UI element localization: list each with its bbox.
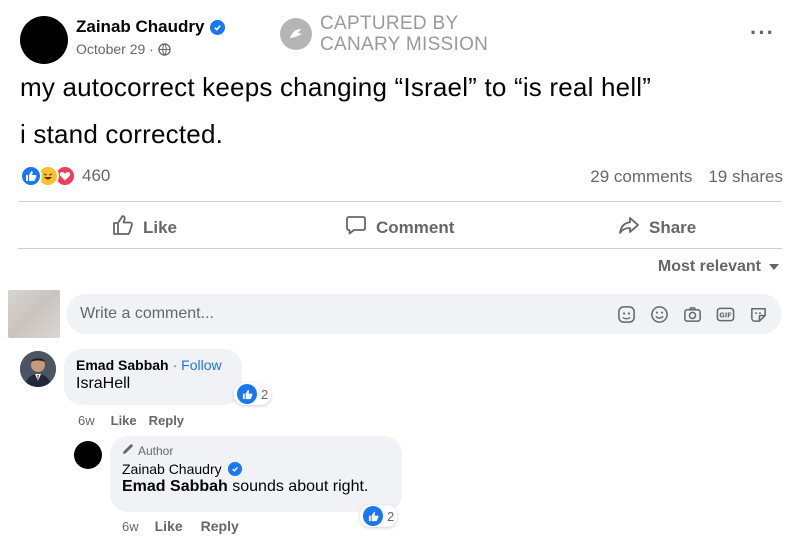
more-icon[interactable]: ··· (750, 20, 775, 46)
reply-text-body: sounds about right. (227, 478, 369, 495)
reply-mention[interactable]: Emad Sabbah (122, 478, 228, 495)
comment-input[interactable]: Write a comment... GIF (66, 294, 782, 334)
like-label: Like (143, 217, 178, 237)
comment-text: IsraHell (76, 375, 131, 392)
viewer-avatar (8, 290, 60, 338)
share-button[interactable]: Share (618, 214, 696, 241)
chevron-down-icon (769, 258, 779, 276)
reply-bubble: Author Zainab Chaudry Emad Sabbah sounds… (110, 436, 402, 512)
follow-link[interactable]: · Follow (173, 357, 222, 373)
like-button[interactable]: Like (112, 214, 177, 241)
like-reaction-icon (20, 165, 42, 187)
like-reaction-icon (363, 506, 383, 526)
watermark: CAPTURED BY CANARY MISSION (280, 13, 488, 55)
reply-text: Emad Sabbah sounds about right. (122, 478, 390, 496)
post-author-name[interactable]: Zainab Chaudry (76, 17, 226, 37)
verified-icon (227, 462, 242, 476)
avatar-sticker-icon[interactable] (749, 305, 768, 324)
reactions-summary[interactable]: 460 (20, 165, 110, 187)
comment-like-count: 2 (261, 386, 269, 402)
comment-bubble: Emad Sabbah · Follow IsraHell (64, 349, 242, 405)
author-avatar[interactable] (20, 16, 68, 64)
author-badge: Author (122, 443, 390, 458)
author-badge-label: Author (138, 443, 174, 458)
shares-count[interactable]: 19 shares (708, 167, 783, 187)
comment-reply-button[interactable]: Reply (149, 413, 184, 428)
share-icon (618, 214, 640, 241)
comment-input-icons: GIF (617, 305, 768, 324)
author-name-text[interactable]: Zainab Chaudry (76, 17, 204, 37)
comment-button[interactable]: Comment (345, 214, 454, 241)
commenter-avatar[interactable] (20, 351, 56, 387)
like-icon (112, 214, 134, 241)
comment-meta: 6w Like Reply (78, 413, 184, 428)
emoji-icon[interactable] (650, 305, 669, 324)
divider-top (18, 201, 782, 202)
post-stats: 29 comments 19 shares (590, 167, 783, 187)
sticker-icon[interactable] (617, 305, 636, 324)
like-reaction-icon (237, 384, 257, 404)
reply-like-button[interactable]: Like (155, 518, 183, 534)
comment-placeholder: Write a comment... (80, 305, 214, 322)
reply-author-avatar[interactable] (74, 441, 102, 469)
globe-icon (158, 42, 171, 56)
reply-reactions[interactable]: 2 (360, 505, 398, 527)
sort-dropdown[interactable]: Most relevant (658, 258, 779, 276)
comment-reactions[interactable]: 2 (234, 383, 272, 405)
svg-text:GIF: GIF (719, 311, 731, 319)
watermark-line1: CAPTURED BY (320, 13, 459, 34)
reply-meta: 6w Like Reply (122, 518, 239, 534)
post-text-line2: i stand corrected. (20, 119, 224, 149)
comment-label: Comment (376, 217, 455, 237)
comment-like-button[interactable]: Like (111, 413, 137, 428)
sort-label: Most relevant (657, 258, 761, 275)
post-date[interactable]: October 29 · (76, 41, 154, 57)
post-meta: October 29 · (76, 41, 171, 57)
comment-icon (345, 214, 367, 241)
comment-age[interactable]: 6w (78, 413, 95, 428)
reaction-count: 460 (82, 166, 111, 185)
pencil-icon (122, 443, 134, 458)
divider-bottom (18, 248, 782, 249)
commenter-name[interactable]: Emad Sabbah (76, 357, 169, 373)
comments-count[interactable]: 29 comments (590, 167, 692, 187)
watermark-line2: CANARY MISSION (320, 34, 489, 55)
share-label: Share (649, 217, 697, 237)
verified-icon (210, 19, 226, 35)
reply-age[interactable]: 6w (122, 519, 139, 534)
camera-icon[interactable] (683, 305, 702, 324)
canary-logo-icon (280, 18, 312, 50)
post-text-line1: my autocorrect keeps changing “Israel” t… (20, 72, 652, 102)
reply-like-count: 2 (387, 508, 395, 524)
reply-reply-button[interactable]: Reply (201, 518, 239, 534)
gif-icon[interactable]: GIF (716, 305, 735, 324)
reply-author-name[interactable]: Zainab Chaudry (122, 461, 222, 477)
